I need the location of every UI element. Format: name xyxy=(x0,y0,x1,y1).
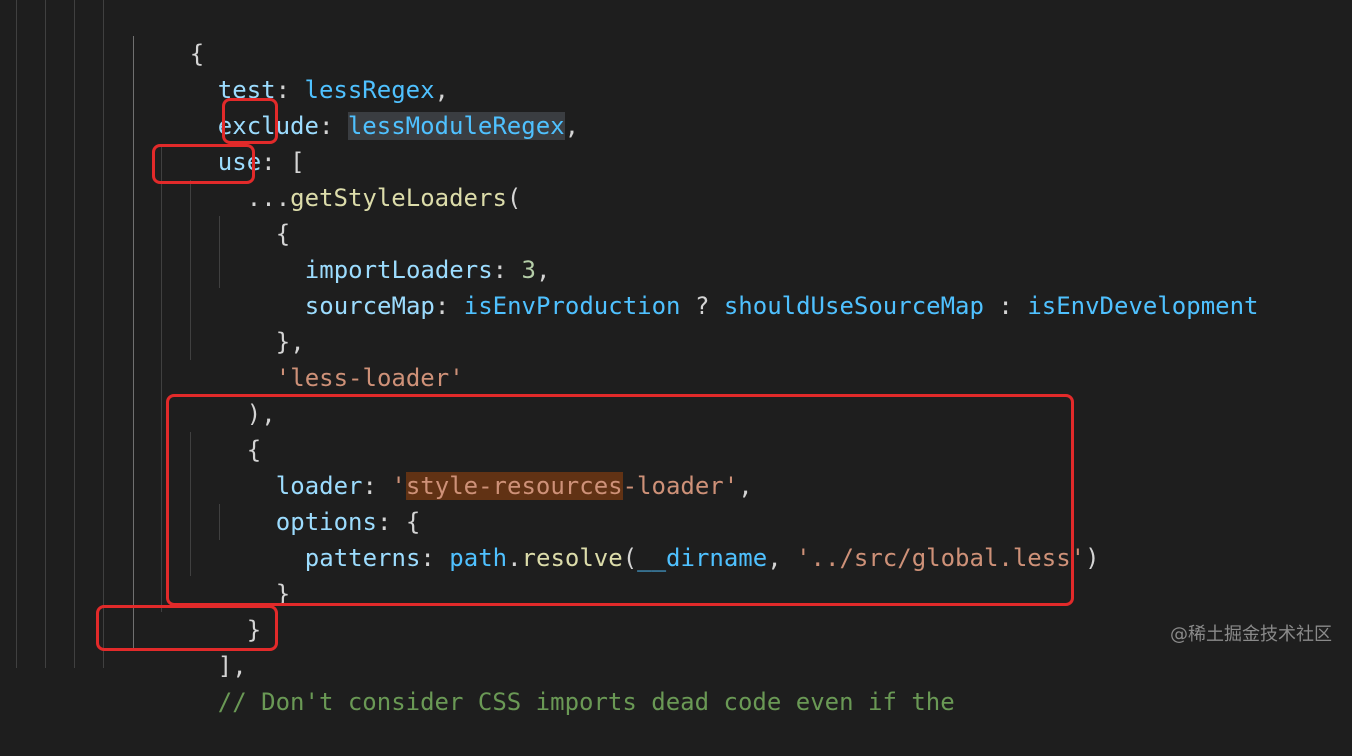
colon: : xyxy=(318,112,348,140)
string-less-loader: 'less-loader' xyxy=(275,364,464,392)
code-line-19[interactable]: // Don't consider CSS imports dead code … xyxy=(160,648,955,716)
code-line-8[interactable]: sourceMap: isEnvProduction ? shouldUseSo… xyxy=(247,252,1259,320)
annotation-box-open-bracket xyxy=(222,98,278,144)
code-line-7[interactable]: importLoaders: 3, xyxy=(247,216,551,284)
code-editor[interactable]: { test: lessRegex, exclude: lessModuleRe… xyxy=(0,0,1352,716)
comma: , xyxy=(564,112,580,140)
annotation-box-close-bracket xyxy=(96,605,278,651)
annotation-box-loader-object xyxy=(166,394,1074,606)
close-paren: ) xyxy=(1085,544,1100,572)
open-paren: ( xyxy=(506,184,522,212)
code-line-10[interactable]: 'less-loader' xyxy=(218,324,464,392)
code-line-6[interactable]: { xyxy=(218,180,290,248)
indent-guide xyxy=(45,0,46,668)
code-line-9[interactable]: }, xyxy=(218,288,305,356)
ternary-question: ? xyxy=(680,292,724,320)
value-isEnvDevelopment: isEnvDevelopment xyxy=(1027,292,1259,320)
ternary-colon: : xyxy=(983,292,1028,320)
func-getStyleLoaders: getStyleLoaders xyxy=(290,184,507,212)
comment-line: // Don't consider CSS imports dead code … xyxy=(217,688,955,716)
code-line-11[interactable]: ), xyxy=(189,360,276,428)
watermark-text: @稀土掘金技术社区 xyxy=(1170,624,1332,645)
key-sourceMap: sourceMap xyxy=(304,292,435,320)
value-isEnvProduction: isEnvProduction xyxy=(463,292,681,320)
annotation-box-spread xyxy=(152,144,255,184)
code-line-2[interactable]: test: lessRegex, xyxy=(160,36,449,104)
value-shouldUseSourceMap: shouldUseSourceMap xyxy=(723,292,984,320)
indent-guide xyxy=(103,0,104,668)
value-lessModuleRegex: lessModuleRegex xyxy=(347,112,565,140)
colon: : xyxy=(434,292,464,320)
indent-guide xyxy=(133,36,134,648)
code-line-1[interactable]: { xyxy=(132,0,204,68)
indent-guide xyxy=(16,0,17,668)
indent-guide xyxy=(74,0,75,668)
